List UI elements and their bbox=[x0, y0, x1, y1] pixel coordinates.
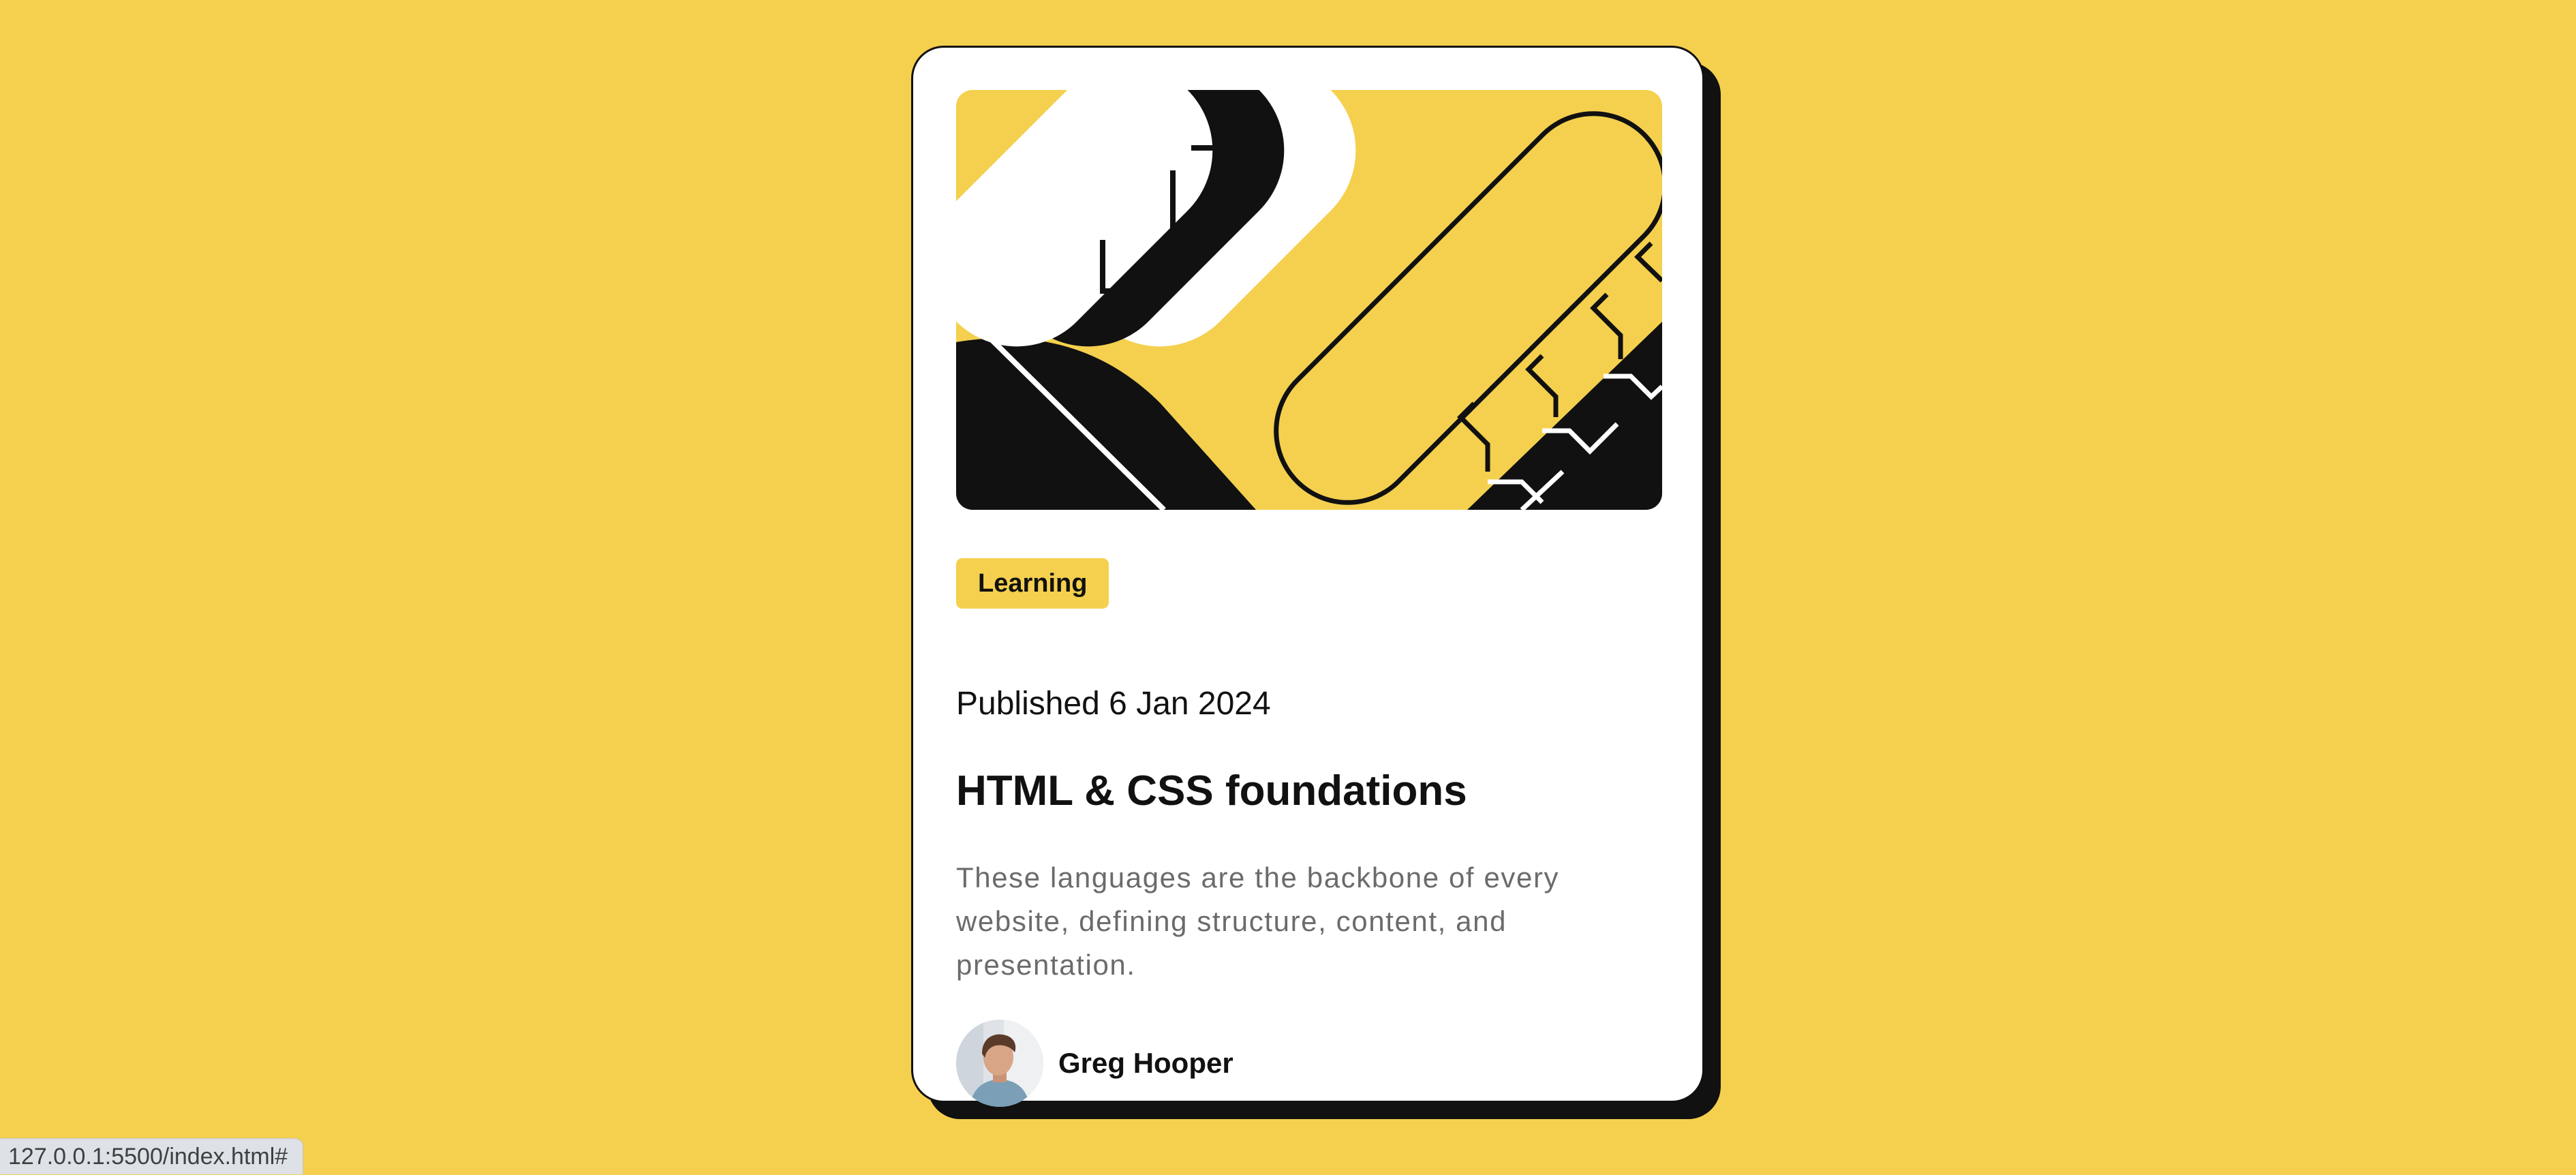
card-title[interactable]: HTML & CSS foundations bbox=[956, 767, 1467, 815]
category-tag: Learning bbox=[956, 558, 1109, 609]
author-info: Greg Hooper bbox=[956, 1020, 1233, 1107]
card-description: These languages are the backbone of ever… bbox=[956, 861, 1560, 981]
illustration-art bbox=[956, 90, 1662, 510]
blog-preview-card: Learning Published 6 Jan 2024 HTML & CSS… bbox=[911, 46, 1704, 1107]
published-date: Published 6 Jan 2024 bbox=[956, 686, 1271, 722]
status-bar-url: 127.0.0.1:5500/index.html# bbox=[0, 1138, 304, 1174]
illustration-image bbox=[956, 90, 1662, 510]
author-name: Greg Hooper bbox=[1058, 1047, 1233, 1079]
author-avatar bbox=[956, 1020, 1043, 1107]
avatar-portrait bbox=[956, 1020, 1043, 1107]
